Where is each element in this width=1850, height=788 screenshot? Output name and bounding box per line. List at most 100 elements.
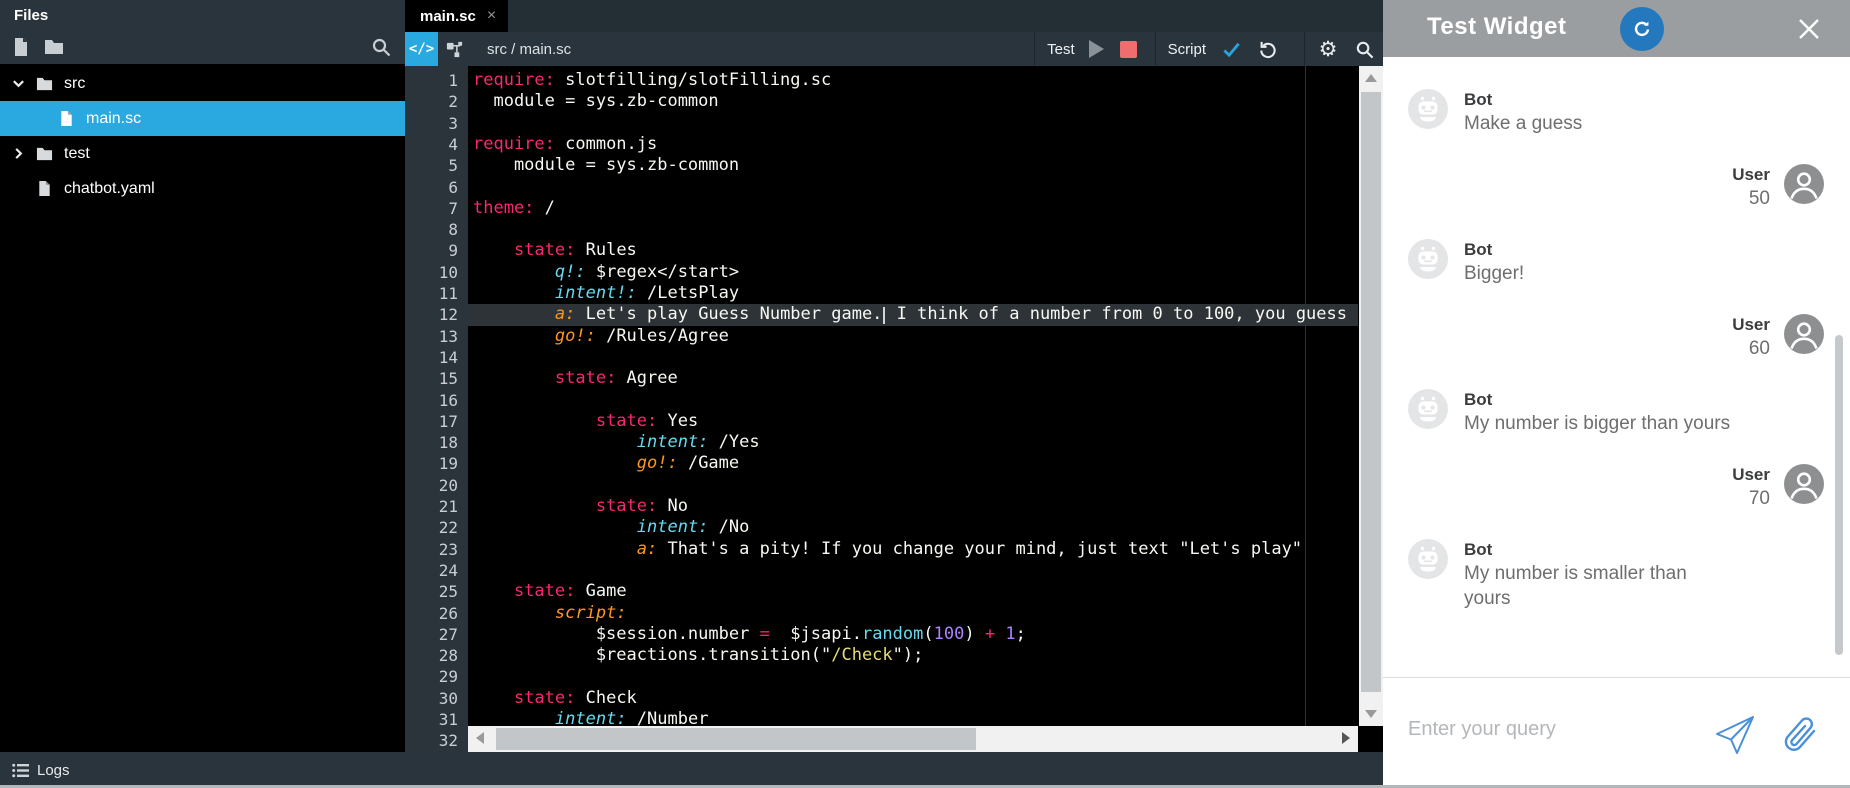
line-number: 15	[438, 369, 458, 389]
message-content: Bot My number is bigger than yours	[1464, 389, 1730, 436]
line-number: 26	[438, 603, 458, 623]
line-number: 14	[438, 347, 458, 367]
message-content: User 70	[1732, 464, 1770, 511]
chevron-down-icon[interactable]	[12, 76, 36, 92]
message-content: Bot Make a guess	[1464, 89, 1582, 136]
logs-icon	[12, 763, 29, 778]
line-number: 12	[438, 305, 458, 325]
files-panel: Files src main.sc test chatbot.yaml	[0, 0, 405, 752]
horizontal-scroll-thumb[interactable]	[496, 728, 976, 750]
bot-avatar-icon	[1408, 389, 1448, 429]
code-line: require: slotfilling/slotFilling.sc	[473, 70, 832, 90]
code-line: go!: /Game	[636, 453, 740, 474]
code-line: state: Check	[513, 687, 637, 708]
code-line: $reactions.transition("/Check");	[473, 645, 924, 666]
tab-main-sc[interactable]: main.sc ×	[405, 0, 509, 32]
files-actions	[0, 32, 405, 64]
chat-input[interactable]: Enter your query	[1408, 718, 1556, 741]
new-folder-icon[interactable]	[44, 37, 66, 59]
toolbar-separator	[1034, 32, 1036, 66]
play-test-button[interactable]	[1088, 40, 1104, 58]
code-line: state: Game	[513, 581, 627, 602]
scroll-left-arrow[interactable]	[476, 732, 484, 744]
attach-icon[interactable]	[1781, 711, 1823, 757]
toolbar-separator	[1154, 32, 1156, 66]
file-search-icon[interactable]	[371, 37, 393, 59]
message-sender: Bot	[1464, 540, 1493, 559]
validate-check-icon[interactable]	[1220, 38, 1242, 60]
line-number: 5	[448, 156, 458, 176]
widget-scrollbar[interactable]	[1835, 335, 1843, 655]
toolbar-separator	[1304, 32, 1305, 66]
editor-horizontal-scrollbar[interactable]	[468, 726, 1358, 752]
chat-input-area: Enter your query	[1383, 678, 1850, 785]
send-icon[interactable]	[1712, 711, 1758, 757]
line-number: 9	[448, 241, 458, 261]
bot-message: Bot Bigger!	[1383, 239, 1850, 286]
script-label: Script	[1167, 40, 1206, 58]
bot-message: Bot Make a guess	[1383, 89, 1850, 136]
widget-close-icon[interactable]	[1798, 18, 1820, 40]
line-number: 19	[438, 454, 458, 474]
user-avatar-icon	[1784, 164, 1824, 204]
tab-close-icon[interactable]: ×	[487, 8, 496, 24]
line-number: 25	[438, 582, 458, 602]
tree-item-src[interactable]: src	[0, 66, 405, 101]
code-line: theme: /	[473, 197, 555, 218]
line-number: 3	[448, 113, 458, 133]
code-line: intent: /Yes	[636, 432, 760, 453]
tree-item-chatbot-yaml[interactable]: chatbot.yaml	[0, 171, 405, 206]
breadcrumb: src / main.sc	[487, 40, 572, 58]
line-number-gutter: 1 2 3 4 5 6 7 8 9 10 11 12 13 14 15 16 17 18 19 20 21 22 23 24 2…	[405, 66, 468, 752]
undo-icon[interactable]	[1256, 38, 1278, 60]
logs-bar[interactable]: Logs	[0, 752, 1383, 788]
user-message: User 50	[1383, 164, 1850, 211]
new-file-icon[interactable]	[11, 37, 33, 59]
line-number: 11	[438, 284, 458, 303]
tree-item-label: main.sc	[86, 109, 142, 127]
tree-item-test[interactable]: test	[0, 136, 405, 171]
user-message: User 70	[1383, 464, 1850, 511]
message-sender: Bot	[1464, 390, 1493, 409]
flow-view-button[interactable]	[438, 32, 471, 66]
tree-item-label: test	[64, 144, 90, 162]
code-line: state: Yes	[595, 410, 699, 431]
tree-item-label: src	[64, 74, 86, 92]
scroll-right-arrow[interactable]	[1342, 732, 1350, 744]
editor-vertical-scrollbar[interactable]	[1359, 66, 1383, 726]
code-line: module = sys.zb-common	[473, 155, 740, 176]
editor-search-icon[interactable]	[1353, 38, 1375, 60]
test-widget-header: Test Widget	[1383, 0, 1850, 57]
user-avatar-icon	[1784, 314, 1824, 354]
line-number: 23	[438, 539, 458, 559]
code-area[interactable]: require: slotfilling/slotFilling.sc modu…	[468, 66, 1358, 726]
chevron-right-icon[interactable]	[12, 146, 36, 162]
vertical-scroll-thumb[interactable]	[1361, 92, 1381, 692]
message-content: Bot Bigger!	[1464, 239, 1524, 286]
test-widget-title: Test Widget	[1427, 13, 1567, 40]
stop-test-button[interactable]	[1119, 40, 1137, 58]
refresh-button[interactable]	[1620, 7, 1664, 51]
code-view-button[interactable]: </>	[405, 32, 438, 66]
message-text: My number is smaller than yours	[1464, 563, 1687, 609]
scroll-up-arrow[interactable]	[1365, 74, 1377, 82]
bot-avatar-icon	[1408, 89, 1448, 129]
message-text: Bigger!	[1464, 263, 1525, 284]
line-number: 16	[438, 390, 458, 410]
line-number: 2	[448, 92, 458, 112]
file-icon	[36, 180, 58, 197]
settings-gear-icon[interactable]: ⚙	[1317, 38, 1339, 60]
message-sender: Bot	[1464, 240, 1493, 259]
tree-item-main-sc[interactable]: main.sc	[0, 101, 405, 136]
code-line: intent: /No	[636, 517, 750, 538]
message-sender: User	[1732, 165, 1770, 184]
tree-item-label: chatbot.yaml	[64, 179, 155, 197]
bot-message: Bot My number is bigger than yours	[1383, 389, 1850, 436]
scroll-down-arrow[interactable]	[1365, 710, 1377, 718]
line-number: 1	[448, 71, 458, 90]
line-number: 32	[438, 731, 458, 751]
